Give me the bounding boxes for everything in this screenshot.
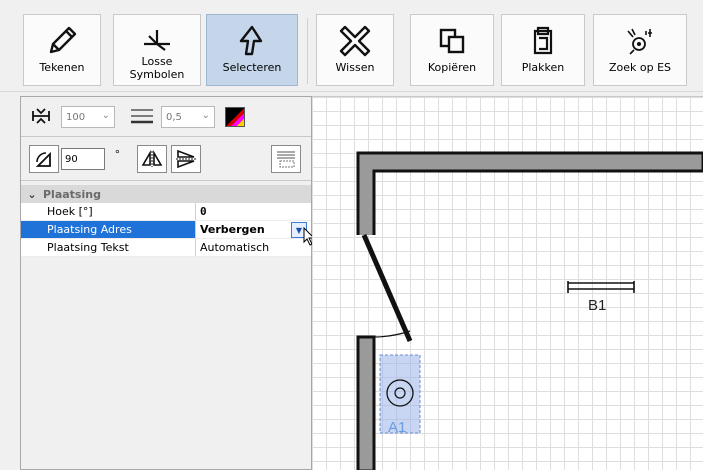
floorplan-drawing [356, 151, 703, 470]
toolbar-separator [307, 18, 308, 84]
pencil-icon [42, 21, 82, 61]
paste-button-label: Plakken [521, 61, 565, 74]
flip-horizontal-button[interactable] [137, 145, 167, 173]
property-row-address-placement[interactable]: Plaatsing Adres Verbergen ▼ [21, 221, 316, 246]
delete-button-label: Wissen [335, 61, 375, 74]
flip-vertical-button[interactable] [171, 145, 201, 173]
rotation-button[interactable] [29, 145, 59, 173]
symbol-b1[interactable] [567, 281, 635, 293]
properties-panel: 100 ⌄ 0,5 ⌄ 90 ° ⌄ Plaatsing Hoek [°] 0 … [20, 96, 316, 470]
property-value[interactable]: 0 [196, 203, 311, 220]
door-leaf [361, 234, 413, 342]
select-button[interactable]: Selecteren [206, 14, 298, 86]
cursor-arrow-icon [232, 21, 272, 61]
delete-x-icon [335, 21, 375, 61]
category-header[interactable]: ⌄ Plaatsing [21, 185, 311, 203]
rotation-value: 90 [65, 153, 78, 165]
color-picker-icon[interactable] [225, 107, 245, 127]
symbol-label-a1: A1 [388, 419, 407, 436]
copy-button[interactable]: Kopiëren [410, 14, 494, 86]
degree-symbol: ° [115, 147, 120, 161]
search-es-icon [620, 21, 660, 61]
label-settings-button[interactable] [271, 145, 301, 173]
copy-icon [432, 21, 472, 61]
property-value[interactable]: Automatisch [196, 239, 311, 256]
property-key: Plaatsing Adres [21, 221, 196, 238]
transform-row: 90 ° [21, 137, 311, 181]
paste-button[interactable]: Plakken [501, 14, 585, 86]
property-row-text-placement[interactable]: Plaatsing Tekst Automatisch [21, 239, 311, 257]
toolbar: Tekenen Losse Symbolen Selecteren Wissen… [0, 0, 703, 92]
loose-symbols-label-line2: Symbolen [129, 68, 185, 81]
scale-icon [29, 106, 53, 129]
wall [356, 151, 703, 235]
symbol-label-b1: B1 [588, 297, 607, 314]
property-grid: ⌄ Plaatsing Hoek [°] 0 Plaatsing Adres V… [21, 185, 316, 257]
chevron-down-icon: ⌄ [201, 110, 210, 121]
category-label: Plaatsing [43, 187, 101, 201]
draw-button-label: Tekenen [39, 61, 85, 74]
collapse-chevron-icon[interactable]: ⌄ [21, 188, 43, 201]
line-width-value: 0,5 [166, 111, 182, 123]
draw-button[interactable]: Tekenen [23, 14, 101, 86]
paste-icon [523, 21, 563, 61]
drawing-canvas[interactable]: A1 B1 [312, 96, 703, 470]
copy-button-label: Kopiëren [427, 61, 477, 74]
search-es-button-label: Zoek op ES [608, 61, 672, 74]
wall-lower [356, 335, 376, 470]
chevron-down-icon: ⌄ [101, 110, 110, 121]
rotation-input[interactable]: 90 [61, 148, 105, 170]
scale-value: 100 [66, 111, 86, 123]
line-width-icon [129, 107, 155, 128]
loose-symbols-label-line1: Losse [141, 55, 173, 68]
line-width-combo[interactable]: 0,5 ⌄ [161, 106, 215, 128]
select-button-label: Selecteren [222, 61, 282, 74]
scale-combo[interactable]: 100 ⌄ [61, 106, 115, 128]
delete-button[interactable]: Wissen [316, 14, 394, 86]
search-es-button[interactable]: Zoek op ES [593, 14, 687, 86]
style-row: 100 ⌄ 0,5 ⌄ [21, 97, 311, 137]
property-key: Hoek [°] [21, 203, 196, 220]
property-key: Plaatsing Tekst [21, 239, 196, 256]
property-row-angle[interactable]: Hoek [°] 0 [21, 203, 311, 221]
loose-symbols-button[interactable]: Losse Symbolen [113, 14, 201, 86]
